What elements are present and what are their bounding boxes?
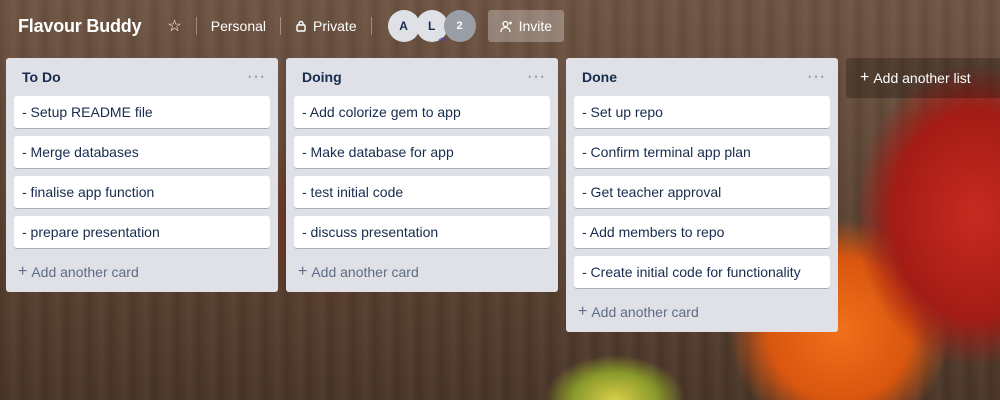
card[interactable]: - finalise app function xyxy=(14,176,270,208)
add-card-button[interactable]: + Add another card xyxy=(294,256,550,288)
plus-icon: + xyxy=(578,303,588,320)
add-card-label: Add another card xyxy=(591,304,699,320)
add-card-label: Add another card xyxy=(31,264,139,280)
add-list-button[interactable]: + Add another list xyxy=(846,58,1000,98)
board-header: Flavour Buddy ☆ Personal Private A L ︽ 2… xyxy=(0,0,1000,52)
invite-label: Invite xyxy=(518,18,553,34)
card[interactable]: - Add colorize gem to app xyxy=(294,96,550,128)
avatar[interactable]: L ︽ xyxy=(415,10,448,42)
card[interactable]: - Set up repo xyxy=(574,96,830,128)
header-divider xyxy=(195,17,197,35)
plus-icon: + xyxy=(860,69,870,86)
card[interactable]: - Confirm terminal app plan xyxy=(574,136,830,168)
add-card-label: Add another card xyxy=(311,264,419,280)
card[interactable]: - Make database for app xyxy=(294,136,550,168)
card[interactable]: - Get teacher approval xyxy=(574,176,830,208)
card[interactable]: - Add members to repo xyxy=(574,216,830,248)
star-button[interactable]: ☆ xyxy=(159,10,189,42)
invite-button[interactable]: Invite xyxy=(487,10,565,42)
more-options-icon[interactable]: ··· xyxy=(807,68,826,86)
board-title[interactable]: Flavour Buddy xyxy=(18,16,142,37)
avatar[interactable]: A xyxy=(387,10,420,42)
header-divider xyxy=(280,17,282,35)
card[interactable]: - Create initial code for functionality xyxy=(574,256,830,288)
board-lists: To Do ··· - Setup README file - Merge da… xyxy=(6,58,1000,332)
visibility-button[interactable]: Private xyxy=(287,10,365,42)
more-options-icon[interactable]: ··· xyxy=(527,68,546,86)
lock-icon xyxy=(296,20,306,32)
plus-icon: + xyxy=(18,263,28,280)
member-count-badge[interactable]: 2 xyxy=(443,10,476,42)
header-divider xyxy=(370,17,372,35)
list-header: Done ··· xyxy=(574,58,830,96)
team-button[interactable]: Personal xyxy=(203,10,274,42)
avatar-initial: L xyxy=(427,19,436,33)
member-avatars: A L ︽ 2 xyxy=(387,10,476,42)
list-title[interactable]: To Do xyxy=(22,69,61,85)
list-header: To Do ··· xyxy=(14,58,270,96)
list-to-do: To Do ··· - Setup README file - Merge da… xyxy=(6,58,278,292)
card[interactable]: - test initial code xyxy=(294,176,550,208)
more-options-icon[interactable]: ··· xyxy=(247,68,266,86)
list-doing: Doing ··· - Add colorize gem to app - Ma… xyxy=(286,58,558,292)
add-card-button[interactable]: + Add another card xyxy=(574,296,830,328)
card[interactable]: - Merge databases xyxy=(14,136,270,168)
add-list-label: Add another list xyxy=(873,70,971,86)
card[interactable]: - discuss presentation xyxy=(294,216,550,248)
list-title[interactable]: Done xyxy=(582,69,617,85)
visibility-label: Private xyxy=(313,18,357,34)
star-icon: ☆ xyxy=(167,18,182,35)
list-header: Doing ··· xyxy=(294,58,550,96)
plus-icon: + xyxy=(298,263,308,280)
list-done: Done ··· - Set up repo - Confirm termina… xyxy=(566,58,838,332)
card[interactable]: - Setup README file xyxy=(14,96,270,128)
card[interactable]: - prepare presentation xyxy=(14,216,270,248)
add-person-icon xyxy=(499,20,512,32)
add-card-button[interactable]: + Add another card xyxy=(14,256,270,288)
list-title[interactable]: Doing xyxy=(302,69,342,85)
